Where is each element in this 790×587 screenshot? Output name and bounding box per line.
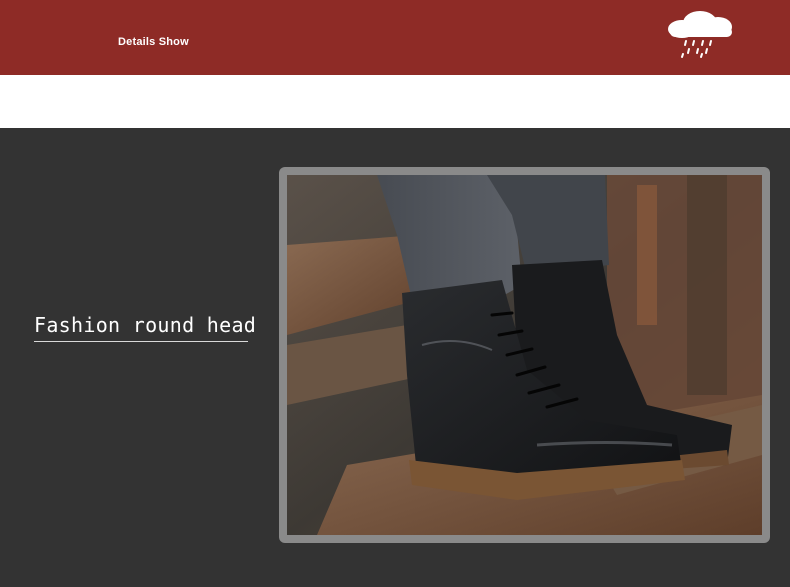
header-banner: Details Show (0, 0, 790, 75)
feature-label-underline (34, 341, 248, 342)
feature-label: Fashion round head (34, 313, 257, 337)
spacer-band (0, 75, 790, 128)
rain-cloud-icon (668, 11, 732, 58)
product-photo (287, 175, 762, 535)
product-photo-frame (279, 167, 770, 543)
section-title: Details Show (118, 36, 189, 48)
feature-section: Fashion round head (0, 128, 790, 587)
